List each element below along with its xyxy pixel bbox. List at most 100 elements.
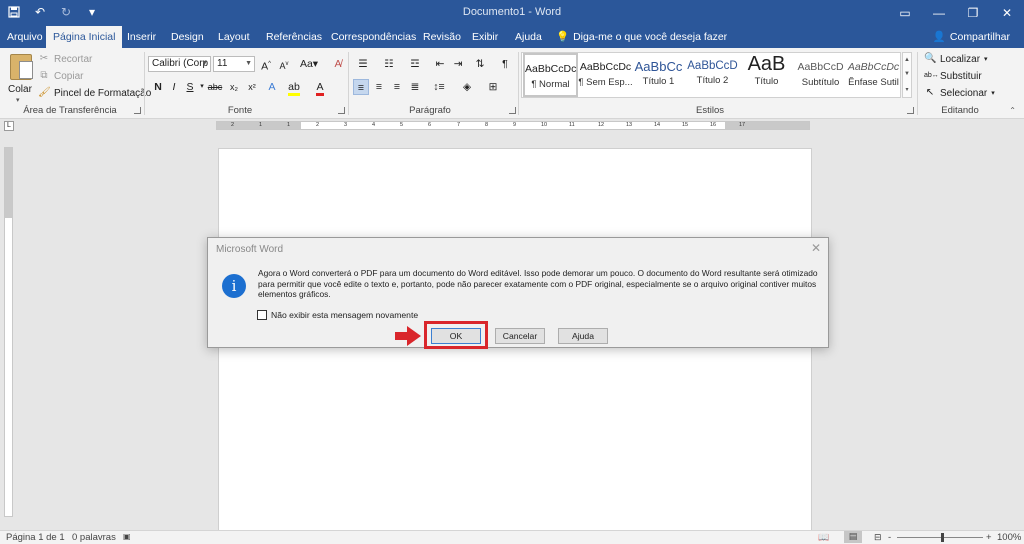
text-effects-icon[interactable]: A bbox=[264, 79, 280, 95]
close-icon[interactable]: ✕ bbox=[811, 241, 821, 255]
tab-ajuda[interactable]: Ajuda bbox=[508, 26, 549, 48]
paragraph-launcher[interactable] bbox=[509, 107, 516, 114]
decrease-indent-icon[interactable]: ⇤ bbox=[432, 56, 448, 72]
minimize-icon[interactable]: — bbox=[922, 0, 956, 26]
align-left-icon[interactable]: ≡ bbox=[353, 79, 369, 95]
dialog-message: Agora o Word converterá o PDF para um do… bbox=[258, 268, 818, 299]
zoom-level[interactable]: 100% bbox=[997, 532, 1021, 543]
find-button[interactable]: 🔍 Localizar ▾ bbox=[924, 53, 988, 65]
ribbon-options-icon[interactable]: ▭ bbox=[888, 0, 922, 26]
tab-exibir[interactable]: Exibir bbox=[465, 26, 505, 48]
justify-icon[interactable]: ≣ bbox=[407, 79, 423, 95]
format-painter-button[interactable]: 🖌 Pincel de Formatação bbox=[38, 87, 151, 99]
close-icon[interactable]: ✕ bbox=[990, 0, 1024, 26]
tell-me-search[interactable]: 💡 Diga-me o que você deseja fazer bbox=[556, 26, 727, 48]
word-count[interactable]: 0 palavras bbox=[72, 532, 116, 543]
collapse-ribbon-icon[interactable]: ⌃ bbox=[1009, 106, 1016, 115]
replace-icon: ab↔ bbox=[924, 72, 939, 79]
highlight-icon[interactable]: ab bbox=[286, 79, 302, 96]
change-case-button[interactable]: Aa▾ bbox=[298, 56, 320, 72]
proofing-icon[interactable]: ▣ bbox=[123, 532, 131, 541]
shrink-font-button[interactable]: Av bbox=[276, 56, 292, 72]
font-color-icon[interactable]: A bbox=[312, 79, 328, 96]
zoom-slider-thumb[interactable] bbox=[941, 533, 944, 542]
tab-design[interactable]: Design bbox=[164, 26, 211, 48]
sort-icon[interactable]: ⇅ bbox=[472, 56, 488, 72]
pilcrow-icon[interactable]: ¶ bbox=[497, 56, 513, 72]
cut-button[interactable]: ✂ Recortar bbox=[38, 53, 93, 65]
chevron-up-icon[interactable]: ▲ bbox=[904, 57, 910, 63]
tab-selector[interactable]: L bbox=[4, 121, 14, 131]
share-label: Compartilhar bbox=[949, 31, 1010, 43]
tab-arquivo[interactable]: Arquivo bbox=[0, 26, 50, 48]
style-titulo[interactable]: AaB Título bbox=[739, 53, 794, 97]
tab-layout[interactable]: Layout bbox=[211, 26, 257, 48]
line-spacing-icon[interactable]: ↕≡ bbox=[429, 79, 449, 95]
clipboard-launcher[interactable] bbox=[134, 107, 141, 114]
styles-launcher[interactable] bbox=[907, 107, 914, 114]
style-name: Subtítulo bbox=[801, 77, 840, 88]
zoom-out-button[interactable]: - bbox=[888, 532, 891, 543]
subscript-button[interactable]: x₂ bbox=[226, 79, 242, 95]
superscript-button[interactable]: x² bbox=[244, 79, 260, 95]
chevron-down-icon: ▾ bbox=[16, 97, 20, 104]
share-button[interactable]: 👤 Compartilhar bbox=[933, 26, 1010, 48]
style-enfase-sutil[interactable]: AaBbCcDc Ênfase Sutil bbox=[846, 53, 901, 97]
bullets-icon[interactable]: ☰ bbox=[353, 56, 373, 72]
style-titulo-1[interactable]: AaBbCc Título 1 bbox=[631, 53, 686, 97]
read-mode-icon[interactable]: 📖 bbox=[818, 532, 829, 543]
ruler-number: 11 bbox=[569, 122, 575, 128]
tab-pagina-inicial[interactable]: Página Inicial bbox=[46, 26, 123, 48]
help-button[interactable]: Ajuda bbox=[558, 328, 608, 344]
clipboard-group-label: Área de Transferência bbox=[23, 105, 117, 116]
strikethrough-button[interactable]: abc bbox=[206, 79, 224, 95]
cancel-button[interactable]: Cancelar bbox=[495, 328, 545, 344]
styles-scroll[interactable]: ▲ ▼ ▾ bbox=[902, 52, 912, 98]
numbering-icon[interactable]: ☷ bbox=[379, 56, 399, 72]
align-center-icon[interactable]: ≡ bbox=[371, 79, 387, 95]
shading-icon[interactable]: ◈ bbox=[457, 79, 477, 95]
style-sem-espacamento[interactable]: AaBbCcDc ¶ Sem Esp... bbox=[578, 53, 633, 97]
restore-icon[interactable]: ❐ bbox=[956, 0, 990, 26]
zoom-in-button[interactable]: + bbox=[986, 532, 992, 543]
clear-formatting-icon[interactable]: A̸ bbox=[330, 56, 346, 72]
increase-indent-icon[interactable]: ⇥ bbox=[450, 56, 466, 72]
horizontal-ruler[interactable]: 2 1 1 2 3 4 5 6 7 8 9 10 11 12 13 14 15 16 17 bbox=[216, 121, 810, 130]
ruler-number: 16 bbox=[710, 122, 717, 128]
align-right-icon[interactable]: ≡ bbox=[389, 79, 405, 95]
style-subtitulo[interactable]: AaBbCcD Subtítulo bbox=[793, 53, 848, 97]
print-layout-icon[interactable]: ▤ bbox=[844, 531, 862, 543]
tab-referencias[interactable]: Referências bbox=[259, 26, 329, 48]
tab-inserir[interactable]: Inserir bbox=[120, 26, 163, 48]
style-preview: AaBbCcDc bbox=[847, 61, 900, 73]
tab-correspondencias[interactable]: Correspondências bbox=[324, 26, 423, 48]
tab-revisao[interactable]: Revisão bbox=[416, 26, 468, 48]
group-divider bbox=[348, 52, 349, 115]
borders-icon[interactable]: ⊞ bbox=[483, 79, 503, 95]
ok-button[interactable]: OK bbox=[431, 328, 481, 344]
font-launcher[interactable] bbox=[338, 107, 345, 114]
copy-button[interactable]: ⧉ Copiar bbox=[38, 70, 83, 82]
dont-show-again-checkbox[interactable]: Não exibir esta mensagem novamente bbox=[257, 310, 418, 320]
vertical-ruler[interactable] bbox=[4, 147, 13, 517]
chevron-down-icon: ▾ bbox=[984, 56, 988, 63]
multilevel-list-icon[interactable]: ☲ bbox=[405, 56, 425, 72]
chevron-down-icon[interactable]: ▼ bbox=[904, 71, 910, 77]
ruler-number: 2 bbox=[316, 122, 320, 128]
zoom-slider[interactable] bbox=[897, 537, 983, 538]
font-size-select[interactable]: 11 ▼ bbox=[213, 56, 255, 72]
style-titulo-2[interactable]: AaBbCcD Título 2 bbox=[685, 53, 740, 97]
page-count[interactable]: Página 1 de 1 bbox=[6, 532, 65, 543]
style-normal[interactable]: AaBbCcDc ¶ Normal bbox=[523, 53, 578, 97]
paste-button[interactable]: Colar ▾ bbox=[6, 54, 36, 104]
more-styles-icon[interactable]: ▾ bbox=[905, 86, 908, 93]
italic-button[interactable]: I bbox=[166, 79, 182, 95]
checkbox-box[interactable] bbox=[257, 310, 267, 320]
font-family-select[interactable]: Calibri (Corp ▼ bbox=[148, 56, 211, 72]
grow-font-button[interactable]: A^ bbox=[258, 56, 274, 73]
info-icon: i bbox=[222, 274, 246, 298]
web-layout-icon[interactable]: ⊟ bbox=[874, 532, 882, 543]
replace-button[interactable]: ab↔ Substituir bbox=[924, 70, 982, 82]
bold-button[interactable]: N bbox=[150, 79, 166, 95]
select-button[interactable]: ↖ Selecionar ▾ bbox=[924, 87, 995, 99]
